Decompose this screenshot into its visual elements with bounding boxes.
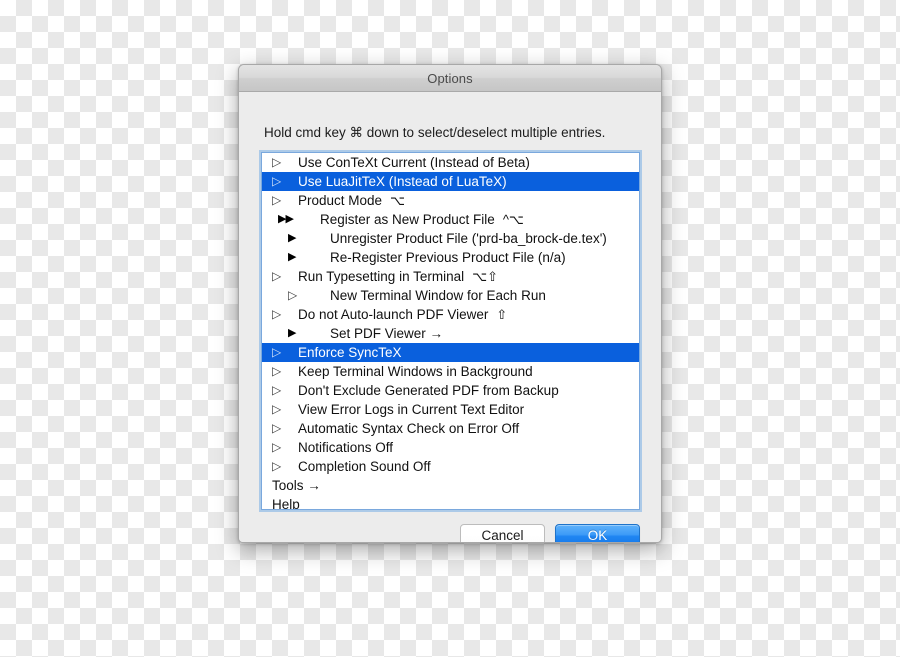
- list-item-label: Keep Terminal Windows in Background: [298, 364, 533, 379]
- filled-triangle-icon: ▶: [288, 327, 297, 339]
- list-item[interactable]: ▷ Notifications Off: [262, 438, 639, 457]
- list-item-label: Automatic Syntax Check on Error Off: [298, 421, 520, 436]
- cancel-button[interactable]: Cancel: [460, 524, 545, 542]
- dialog-title: Options: [427, 70, 473, 86]
- hollow-triangle-icon: ▷: [272, 421, 282, 435]
- keyboard-shortcut-label: ^⌥: [502, 212, 524, 227]
- options-dialog-window: Options Hold cmd key ⌘ down to select/de…: [238, 64, 662, 543]
- list-item-label: Product Mode: [298, 193, 383, 208]
- list-item-label: Register as New Product File: [320, 212, 495, 227]
- list-item[interactable]: ▷ Product Mode ⌥: [262, 191, 639, 210]
- list-item[interactable]: ▶ Re-Register Previous Product File (n/a): [262, 248, 639, 267]
- list-item[interactable]: ▷ Use LuaJitTeX (Instead of LuaTeX): [262, 172, 639, 191]
- list-item-label: Tools →: [272, 478, 321, 493]
- list-item[interactable]: Tools →: [262, 476, 639, 495]
- dialog-button-bar: Cancel OK: [239, 524, 661, 542]
- keyboard-shortcut-label: ⌥⇧: [472, 269, 498, 284]
- options-list-box[interactable]: ▷ Use ConTeXt Current (Instead of Beta) ▷ U…: [261, 152, 640, 510]
- keyboard-shortcut-label: ⇧: [496, 307, 508, 322]
- hollow-triangle-icon: ▷: [272, 364, 282, 378]
- filled-triangle-icon: ▶▶: [278, 213, 294, 225]
- list-item-label: Set PDF Viewer →: [330, 326, 444, 341]
- list-item-label: Notifications Off: [298, 440, 394, 455]
- hollow-triangle-icon: ▷: [272, 307, 282, 321]
- list-item-label: New Terminal Window for Each Run: [330, 288, 546, 303]
- list-item[interactable]: ▷ Enforce SyncTeX: [262, 343, 639, 362]
- list-item[interactable]: ▶ Unregister Product File ('prd-ba_brock-…: [262, 229, 639, 248]
- hollow-triangle-icon: ▷: [272, 174, 282, 188]
- hollow-triangle-icon: ▷: [272, 459, 282, 473]
- hollow-triangle-icon: ▷: [272, 383, 282, 397]
- dialog-title-bar: Options: [239, 65, 661, 92]
- list-item[interactable]: ▷ Use ConTeXt Current (Instead of Beta): [262, 153, 639, 172]
- list-item-label: Use LuaJitTeX (Instead of LuaTeX): [298, 174, 507, 189]
- hollow-triangle-icon: ▷: [272, 440, 282, 454]
- list-item[interactable]: ▷ Keep Terminal Windows in Background: [262, 362, 639, 381]
- list-item-label: Use ConTeXt Current (Instead of Beta): [298, 155, 530, 170]
- list-item[interactable]: ▷ New Terminal Window for Each Run: [262, 286, 639, 305]
- list-item[interactable]: Help: [262, 495, 639, 510]
- hollow-triangle-icon: ▷: [272, 269, 282, 283]
- hollow-triangle-icon: ▷: [272, 402, 282, 416]
- dialog-body: Hold cmd key ⌘ down to select/deselect m…: [239, 92, 661, 542]
- keyboard-shortcut-label: ⌥: [390, 193, 406, 208]
- list-item[interactable]: ▷ Automatic Syntax Check on Error Off: [262, 419, 639, 438]
- list-item[interactable]: ▷ View Error Logs in Current Text Editor: [262, 400, 639, 419]
- list-item[interactable]: ▷ Don't Exclude Generated PDF from Backup: [262, 381, 639, 400]
- list-item[interactable]: ▶▶ Register as New Product File ^⌥: [262, 210, 639, 229]
- filled-triangle-icon: ▶: [288, 251, 297, 263]
- list-item-label: Re-Register Previous Product File (n/a): [330, 250, 566, 265]
- hollow-triangle-icon: ▷: [272, 345, 282, 359]
- filled-triangle-icon: ▶: [288, 232, 297, 244]
- list-item-label: Unregister Product File ('prd-ba_brock-d…: [330, 231, 607, 246]
- list-item[interactable]: ▷ Do not Auto-launch PDF Viewer ⇧: [262, 305, 639, 324]
- list-item[interactable]: ▷ Completion Sound Off: [262, 457, 639, 476]
- list-item[interactable]: ▶ Set PDF Viewer →: [262, 324, 639, 343]
- hollow-triangle-icon: ▷: [272, 193, 282, 207]
- list-item-label: Completion Sound Off: [298, 459, 431, 474]
- hollow-triangle-icon: ▷: [288, 288, 298, 302]
- list-item[interactable]: ▷ Run Typesetting in Terminal ⌥⇧: [262, 267, 639, 286]
- list-item-label: Do not Auto-launch PDF Viewer: [298, 307, 489, 322]
- options-list: ▷ Use ConTeXt Current (Instead of Beta) ▷ U…: [262, 153, 639, 510]
- list-item-label: View Error Logs in Current Text Editor: [298, 402, 525, 417]
- list-item-label: Run Typesetting in Terminal: [298, 269, 465, 284]
- list-item-label: Help: [272, 497, 300, 510]
- hollow-triangle-icon: ▷: [272, 155, 282, 169]
- instruction-label: Hold cmd key ⌘ down to select/deselect m…: [264, 125, 606, 140]
- list-item-label: Don't Exclude Generated PDF from Backup: [298, 383, 559, 398]
- list-item-label: Enforce SyncTeX: [298, 345, 402, 360]
- ok-button[interactable]: OK: [555, 524, 640, 542]
